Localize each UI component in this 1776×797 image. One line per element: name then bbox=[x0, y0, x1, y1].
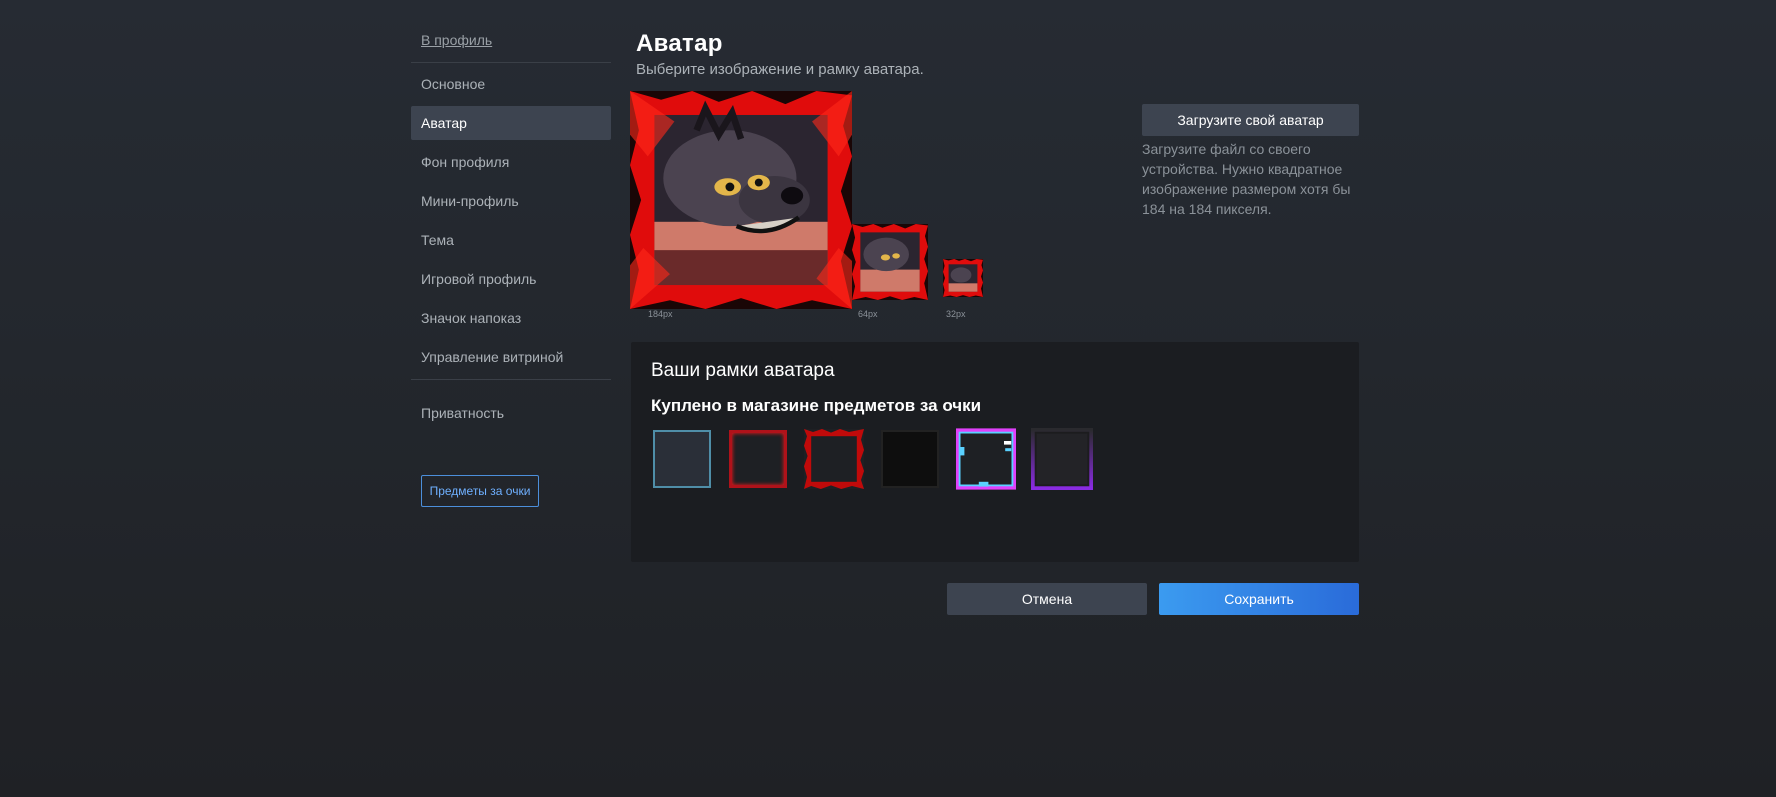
save-button[interactable]: Сохранить bbox=[1159, 583, 1359, 615]
points-shop-button[interactable]: Предметы за очки bbox=[421, 475, 539, 507]
page-title: Аватар bbox=[636, 30, 723, 57]
sidebar-item-profile-background[interactable]: Фон профиля bbox=[411, 145, 611, 179]
red-spiky-frame-icon bbox=[804, 429, 864, 489]
sidebar-item-mini-profile[interactable]: Мини-профиль bbox=[411, 184, 611, 218]
avatar-preview-medium bbox=[852, 224, 928, 300]
avatar-preview-large bbox=[630, 91, 852, 309]
hyena-avatar-icon bbox=[630, 91, 852, 309]
avatar-frames-panel: Ваши рамки аватара Куплено в магазине пр… bbox=[631, 342, 1359, 562]
sidebar-item-theme[interactable]: Тема bbox=[411, 223, 611, 257]
size-label-32: 32px bbox=[946, 309, 966, 319]
sidebar-divider bbox=[411, 379, 611, 380]
frames-panel-title: Ваши рамки аватара bbox=[651, 360, 835, 381]
pink-glitch-frame-icon bbox=[955, 428, 1017, 490]
upload-description: Загрузите файл со своего устройства. Нуж… bbox=[1142, 141, 1351, 217]
sidebar-item-general[interactable]: Основное bbox=[411, 67, 611, 101]
back-to-profile-link[interactable]: В профиль bbox=[411, 26, 611, 58]
hyena-avatar-icon bbox=[852, 224, 928, 300]
avatar-preview-small bbox=[943, 259, 983, 297]
hyena-avatar-icon bbox=[943, 259, 983, 297]
sidebar: В профиль Основное Аватар Фон профиля Ми… bbox=[411, 26, 611, 435]
frame-option-none[interactable] bbox=[653, 430, 711, 488]
page-subtitle: Выберите изображение и рамку аватара. bbox=[636, 61, 924, 78]
frames-panel-subtitle: Куплено в магазине предметов за очки bbox=[651, 396, 982, 415]
sidebar-item-showcase-management[interactable]: Управление витриной bbox=[411, 340, 611, 374]
frame-option-red-spiky[interactable] bbox=[804, 429, 864, 489]
purple-gradient-frame-icon bbox=[1031, 428, 1093, 490]
size-label-64: 64px bbox=[858, 309, 878, 319]
frame-option-red-glow[interactable] bbox=[729, 430, 787, 488]
size-label-184: 184px bbox=[648, 309, 673, 319]
sidebar-divider bbox=[411, 62, 611, 63]
sidebar-item-avatar[interactable]: Аватар bbox=[411, 106, 611, 140]
cancel-button[interactable]: Отмена bbox=[947, 583, 1147, 615]
frame-option-purple-gradient[interactable] bbox=[1031, 428, 1093, 490]
sidebar-item-privacy[interactable]: Приватность bbox=[411, 396, 611, 430]
sidebar-item-game-profile[interactable]: Игровой профиль bbox=[411, 262, 611, 296]
frame-option-pink-glitch[interactable] bbox=[955, 428, 1017, 490]
upload-avatar-button[interactable]: Загрузите свой аватар bbox=[1142, 104, 1359, 136]
sidebar-item-featured-badge[interactable]: Значок напоказ bbox=[411, 301, 611, 335]
frame-option-dark-smoke[interactable] bbox=[881, 430, 939, 488]
